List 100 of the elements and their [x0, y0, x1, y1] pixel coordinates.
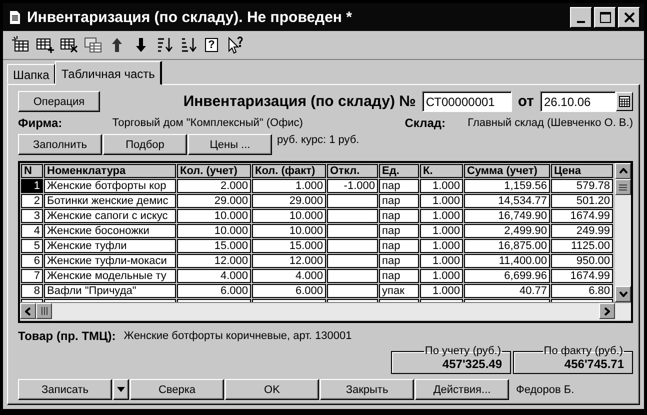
table-cell: 1.000	[420, 239, 463, 253]
table-cell: пар	[379, 179, 419, 193]
table-cell: 29.000	[252, 194, 326, 208]
help-button[interactable]: ?	[205, 38, 218, 52]
column-header[interactable]: Номенклатура	[44, 164, 176, 178]
table-cell: 1.000	[420, 224, 463, 238]
tab[interactable]: Табличная часть	[55, 61, 162, 85]
table-cell: 6.80	[551, 284, 613, 298]
footer-button[interactable]: Сверка	[130, 379, 224, 400]
column-header[interactable]: Цена	[551, 164, 613, 178]
firm-value: Торговый дом "Комплексный" (Офис)	[112, 117, 304, 129]
table-cell: Женские туфли	[44, 239, 176, 253]
minimize-button[interactable]	[570, 6, 592, 28]
table-cell: Женские модельные ту	[44, 269, 176, 283]
column-header[interactable]: N	[21, 164, 43, 178]
table-cell: Женские сапоги с искус	[44, 209, 176, 223]
sort-ascending-button[interactable]	[155, 36, 174, 54]
table-new-button[interactable]	[11, 36, 30, 54]
table-cell: пар	[379, 239, 419, 253]
table-cell: пар	[379, 224, 419, 238]
table-cell: 10.000	[252, 224, 326, 238]
column-header[interactable]: Ед.	[379, 164, 419, 178]
table-cell	[327, 209, 378, 223]
prices-button[interactable]: Цены ...	[188, 134, 272, 155]
footer-button[interactable]: OK	[225, 379, 319, 400]
date-label: от	[518, 93, 534, 110]
scroll-thumb[interactable]	[36, 303, 52, 319]
selection-button[interactable]: Подбор	[103, 134, 187, 155]
tab[interactable]: Шапка	[7, 64, 56, 84]
table-cell: 4.000	[177, 269, 251, 283]
table-copy-button[interactable]	[83, 36, 102, 54]
table-delete-button[interactable]	[59, 36, 78, 54]
column-header[interactable]: Кол. (факт)	[252, 164, 326, 178]
column-header[interactable]: К.	[420, 164, 463, 178]
table-cell: пар	[379, 194, 419, 208]
firm-label: Фирма:	[18, 116, 64, 130]
table-cell: Ботинки женские демис	[44, 194, 176, 208]
scroll-right-button[interactable]	[599, 303, 615, 319]
column-header[interactable]: Кол. (учет)	[177, 164, 251, 178]
row-number[interactable]: 6	[21, 254, 43, 268]
table-cell	[327, 284, 378, 298]
dropdown-button[interactable]	[113, 379, 129, 400]
table-cell: Женские ботфорты кор	[44, 179, 176, 193]
footer-button[interactable]: Записать	[18, 379, 112, 400]
table-cell: Вафли "Причуда"	[44, 284, 176, 298]
table-cell: 950.00	[551, 254, 613, 268]
close-button[interactable]	[618, 6, 640, 28]
fill-button[interactable]: Заполнить	[18, 134, 102, 155]
row-number[interactable]: 8	[21, 284, 43, 298]
table-cell: 40.77	[464, 284, 550, 298]
table-cell	[327, 224, 378, 238]
scroll-thumb[interactable]	[615, 179, 631, 195]
table-cell: Женские туфли-мокаси	[44, 254, 176, 268]
row-number[interactable]: 5	[21, 239, 43, 253]
table-cell: 1125.00	[551, 239, 613, 253]
total-label: По факту (руб.)	[542, 345, 624, 357]
table-cell: Женские босоножки	[44, 224, 176, 238]
chevron-up-icon	[618, 168, 628, 174]
table-cell: 4.000	[252, 269, 326, 283]
table-cell: 1,159.56	[464, 179, 550, 193]
footer-button[interactable]: Действия...	[415, 379, 509, 400]
row-number[interactable]: 4	[21, 224, 43, 238]
column-header[interactable]: Сумма (учет)	[464, 164, 550, 178]
table-cell: 1.000	[420, 209, 463, 223]
table-cell: 1.000	[420, 179, 463, 193]
table-cell	[327, 269, 378, 283]
chevron-down-icon	[618, 291, 628, 297]
operation-button[interactable]: Операция	[18, 91, 100, 112]
date-field[interactable]: 26.10.06	[540, 91, 616, 112]
table-cell: 11,400.00	[464, 254, 550, 268]
table-cell: 16,875.00	[464, 239, 550, 253]
row-number[interactable]: 7	[21, 269, 43, 283]
chevron-left-icon	[25, 306, 31, 316]
table-cell: 1674.99	[551, 209, 613, 223]
scroll-up-button[interactable]	[615, 163, 631, 179]
calendar-button[interactable]	[616, 92, 633, 111]
table-cell: -1.000	[327, 179, 378, 193]
caret-icon	[117, 387, 125, 392]
table-cell: 12.000	[177, 254, 251, 268]
row-number[interactable]: 2	[21, 194, 43, 208]
number-field[interactable]: СТ00000001	[422, 91, 512, 112]
table-cell: 10.000	[252, 209, 326, 223]
table-cell: 1.000	[420, 269, 463, 283]
table-add-button[interactable]	[35, 36, 54, 54]
row-number[interactable]: 3	[21, 209, 43, 223]
table-cell: 6,699.96	[464, 269, 550, 283]
table-cell	[327, 239, 378, 253]
maximize-icon	[598, 10, 612, 24]
user-name: Федоров Б.	[516, 384, 574, 396]
footer-button[interactable]: Закрыть	[320, 379, 414, 400]
warehouse-label: Склад:	[404, 116, 446, 130]
column-header[interactable]: Откл.	[327, 164, 378, 178]
sort-descending-button[interactable]	[179, 36, 198, 54]
table-cell: 16,749.90	[464, 209, 550, 223]
maximize-button[interactable]	[594, 6, 616, 28]
row-number[interactable]: 1	[21, 179, 43, 193]
scroll-down-button[interactable]	[615, 286, 631, 302]
table-cell: 1.000	[420, 254, 463, 268]
table-cell: 10.000	[177, 209, 251, 223]
scroll-left-button[interactable]	[20, 303, 36, 319]
